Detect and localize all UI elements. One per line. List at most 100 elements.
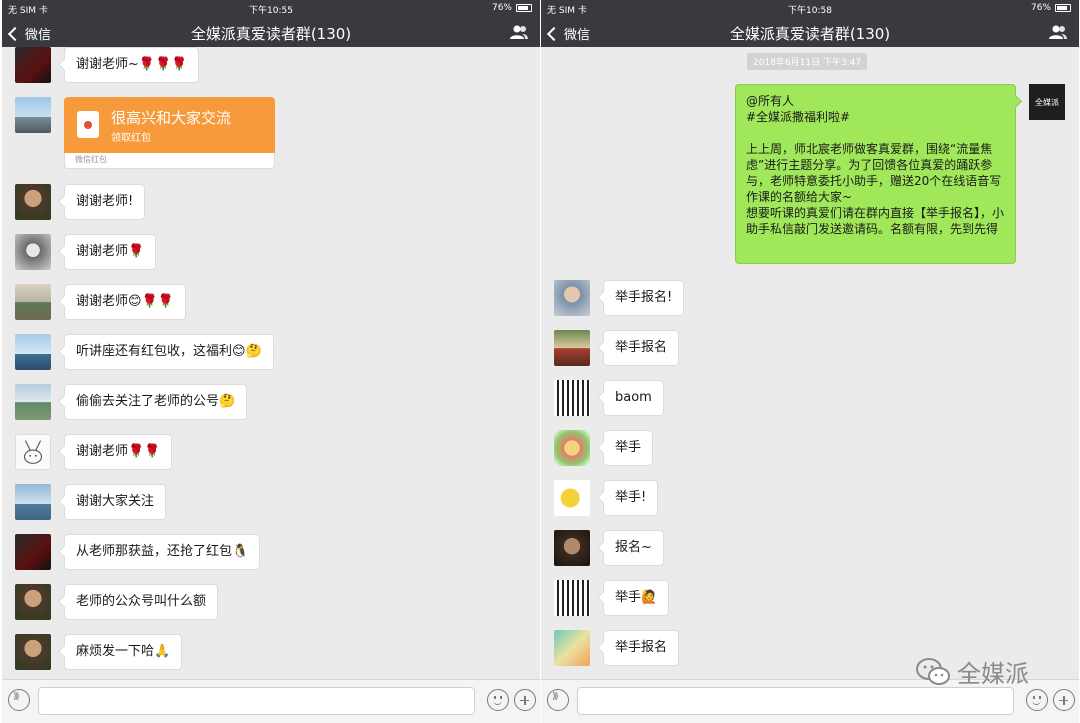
avatar[interactable]	[15, 284, 51, 320]
avatar[interactable]	[15, 484, 51, 520]
message-bubble[interactable]: 举手🙋	[603, 580, 670, 616]
message-item: 偷偷去关注了老师的公号🤔	[15, 384, 248, 420]
avatar[interactable]	[15, 384, 51, 420]
avatar[interactable]	[554, 630, 590, 666]
message-input[interactable]	[38, 687, 475, 715]
message-bubble[interactable]: 谢谢大家关注	[64, 484, 167, 520]
plus-icon[interactable]	[514, 689, 536, 711]
avatar[interactable]	[554, 580, 590, 616]
avatar[interactable]	[15, 434, 51, 470]
avatar[interactable]	[554, 280, 590, 316]
announcement-body: 上上周，师北宸老师做客真爱群，围绕“流量焦虑”进行主题分享。为了回馈各位真爱的踊…	[746, 142, 1005, 236]
chat-screen-right: 无 SIM 卡 下午10:58 76% 微信 全媒派真爱读者群(130) 201…	[541, 0, 1079, 723]
message-bubble[interactable]: 偷偷去关注了老师的公号🤔	[64, 384, 248, 420]
announcement-hashtag: #全媒派撒福利啦#	[746, 110, 851, 124]
red-packet-icon	[77, 111, 99, 138]
message-bubble[interactable]: 举手报名	[603, 630, 680, 666]
avatar[interactable]	[554, 380, 590, 416]
red-packet-subtitle: 领取红包	[111, 133, 151, 144]
message-item: 举手🙋	[554, 580, 670, 616]
voice-icon[interactable]	[8, 689, 30, 711]
back-label: 微信	[564, 28, 591, 43]
emoji-icon[interactable]	[487, 689, 509, 711]
nav-bar: 微信 全媒派真爱读者群(130)	[541, 17, 1079, 47]
message-item: 举手报名	[554, 330, 680, 366]
watermark-text: 全媒派	[957, 660, 1029, 688]
message-bubble[interactable]: baom	[603, 380, 664, 416]
message-item: 报名~	[554, 530, 664, 566]
announcement-mention: @所有人	[746, 94, 795, 108]
nav-bar: 微信 全媒派真爱读者群(130)	[2, 17, 540, 47]
message-bubble[interactable]: 谢谢老师!	[64, 184, 146, 220]
avatar[interactable]	[15, 634, 51, 670]
avatar[interactable]	[15, 47, 51, 83]
message-list[interactable]: 谢谢老师~🌹🌹🌹 很高兴和大家交流 领取红包 微信红包 谢谢老师! 谢谢老师�	[2, 47, 540, 679]
avatar[interactable]	[15, 534, 51, 570]
clock: 下午10:55	[249, 6, 293, 16]
back-label: 微信	[25, 28, 52, 43]
avatar[interactable]	[15, 234, 51, 270]
message-bubble[interactable]: 举手!	[603, 480, 659, 516]
red-packet-title: 很高兴和大家交流	[111, 109, 232, 127]
chat-title: 全媒派真爱读者群(130)	[190, 25, 352, 43]
clock: 下午10:58	[788, 6, 832, 16]
message-input[interactable]	[577, 687, 1014, 715]
battery-icon	[1055, 4, 1071, 12]
avatar-logo-text: 全媒派	[1035, 97, 1059, 107]
message-bubble[interactable]: 谢谢老师~🌹🌹🌹	[64, 47, 200, 83]
group-members-icon[interactable]	[1049, 24, 1067, 40]
message-item: 从老师那获益，还抢了红包🐧	[15, 534, 261, 570]
message-bubble[interactable]: 举手报名	[603, 330, 680, 366]
message-bubble[interactable]: 报名~	[603, 530, 664, 566]
message-item: 谢谢老师!	[15, 184, 146, 220]
message-bubble[interactable]: 麻烦发一下哈🙏	[64, 634, 183, 670]
message-item: 举手!	[554, 480, 659, 516]
message-item: 谢谢老师🌹🌹	[15, 434, 173, 470]
battery-percent: 76%	[491, 3, 512, 13]
message-item: 老师的公众号叫什么额	[15, 584, 219, 620]
message-bubble[interactable]: 谢谢老师🌹	[64, 234, 157, 270]
chat-title: 全媒派真爱读者群(130)	[729, 25, 891, 43]
avatar[interactable]	[15, 97, 51, 133]
red-packet-footer: 微信红包	[64, 153, 275, 169]
status-bar: 无 SIM 卡 下午10:58 76%	[541, 0, 1079, 17]
message-timestamp: 2018年6月11日 下午3:47	[747, 53, 868, 70]
message-bubble[interactable]: 举手	[603, 430, 654, 466]
battery-status: 76%	[1031, 3, 1071, 13]
message-list[interactable]: 2018年6月11日 下午3:47 @所有人 #全媒派撒福利啦# 上上周，师北宸…	[541, 47, 1079, 679]
announcement-bubble[interactable]: @所有人 #全媒派撒福利啦# 上上周，师北宸老师做客真爱群，围绕“流量焦虑”进行…	[735, 84, 1016, 264]
rabbit-doodle-icon	[23, 440, 43, 464]
battery-status: 76%	[492, 3, 532, 13]
message-item: 谢谢老师😊🌹🌹	[15, 284, 186, 320]
voice-icon[interactable]	[547, 689, 569, 711]
avatar[interactable]: 全媒派	[1029, 84, 1065, 120]
message-bubble[interactable]: 听讲座还有红包收，这福利😊🤔	[64, 334, 274, 370]
chevron-left-icon	[7, 26, 23, 41]
watermark: 全媒派	[915, 654, 1029, 689]
battery-percent: 76%	[1030, 3, 1051, 13]
message-item: 麻烦发一下哈🙏	[15, 634, 183, 670]
message-bubble[interactable]: 从老师那获益，还抢了红包🐧	[64, 534, 261, 570]
avatar[interactable]	[15, 334, 51, 370]
avatar[interactable]	[554, 480, 590, 516]
message-bubble[interactable]: 举手报名!	[603, 280, 685, 316]
back-button[interactable]: 微信	[546, 24, 591, 43]
avatar[interactable]	[15, 584, 51, 620]
plus-icon[interactable]	[1053, 689, 1075, 711]
avatar[interactable]	[554, 330, 590, 366]
message-bubble[interactable]: 谢谢老师😊🌹🌹	[64, 284, 186, 320]
avatar[interactable]	[554, 530, 590, 566]
emoji-icon[interactable]	[1026, 689, 1048, 711]
battery-icon	[516, 4, 532, 12]
screenshot-pair: 无 SIM 卡 下午10:55 76% 微信 全媒派真爱读者群(130) 谢谢老…	[0, 0, 1080, 723]
message-bubble[interactable]: 老师的公众号叫什么额	[64, 584, 219, 620]
chevron-left-icon	[546, 26, 562, 41]
red-packet-message[interactable]: 很高兴和大家交流 领取红包 微信红包	[64, 97, 275, 169]
message-item: 听讲座还有红包收，这福利😊🤔	[15, 334, 274, 370]
message-item: 谢谢老师🌹	[15, 234, 157, 270]
avatar[interactable]	[15, 184, 51, 220]
avatar[interactable]	[554, 430, 590, 466]
group-members-icon[interactable]	[510, 24, 528, 40]
back-button[interactable]: 微信	[7, 24, 52, 43]
message-bubble[interactable]: 谢谢老师🌹🌹	[64, 434, 173, 470]
